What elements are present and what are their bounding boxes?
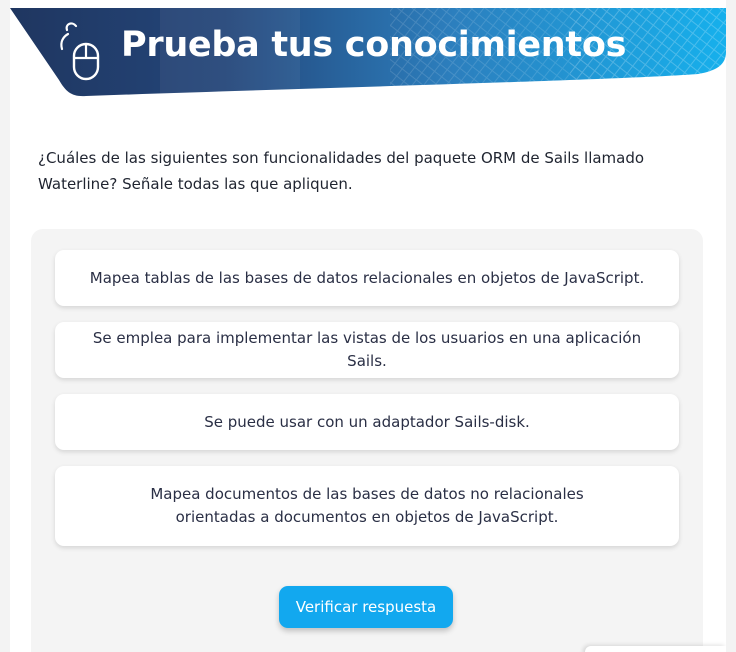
answer-option-label: Mapea tablas de las bases de datos relac…	[89, 268, 645, 287]
answer-option-3[interactable]: Se puede usar con un adaptador Sails-dis…	[55, 394, 679, 450]
answer-option-label: Mapea documentos de las bases de datos n…	[150, 485, 584, 526]
answer-option-1[interactable]: Mapea tablas de las bases de datos relac…	[55, 250, 679, 306]
mouse-click-icon	[60, 22, 100, 81]
corner-tab	[585, 646, 726, 652]
answer-option-4[interactable]: Mapea documentos de las bases de datos n…	[55, 466, 679, 546]
question-text: ¿Cuáles de las siguientes son funcionali…	[38, 149, 645, 193]
answer-option-label: Se emplea para implementar las vistas de…	[92, 329, 642, 370]
answer-option-label: Se puede usar con un adaptador Sails-dis…	[204, 412, 530, 431]
quiz-banner: Prueba tus conocimientos	[10, 8, 726, 100]
verify-answer-button[interactable]: Verificar respuesta	[279, 586, 453, 628]
quiz-page: Prueba tus conocimientos ¿Cuáles de las …	[10, 0, 726, 652]
options-panel: Mapea tablas de las bases de datos relac…	[31, 229, 703, 652]
answer-option-2[interactable]: Se emplea para implementar las vistas de…	[55, 322, 679, 378]
page-title: Prueba tus conocimientos	[121, 25, 627, 65]
